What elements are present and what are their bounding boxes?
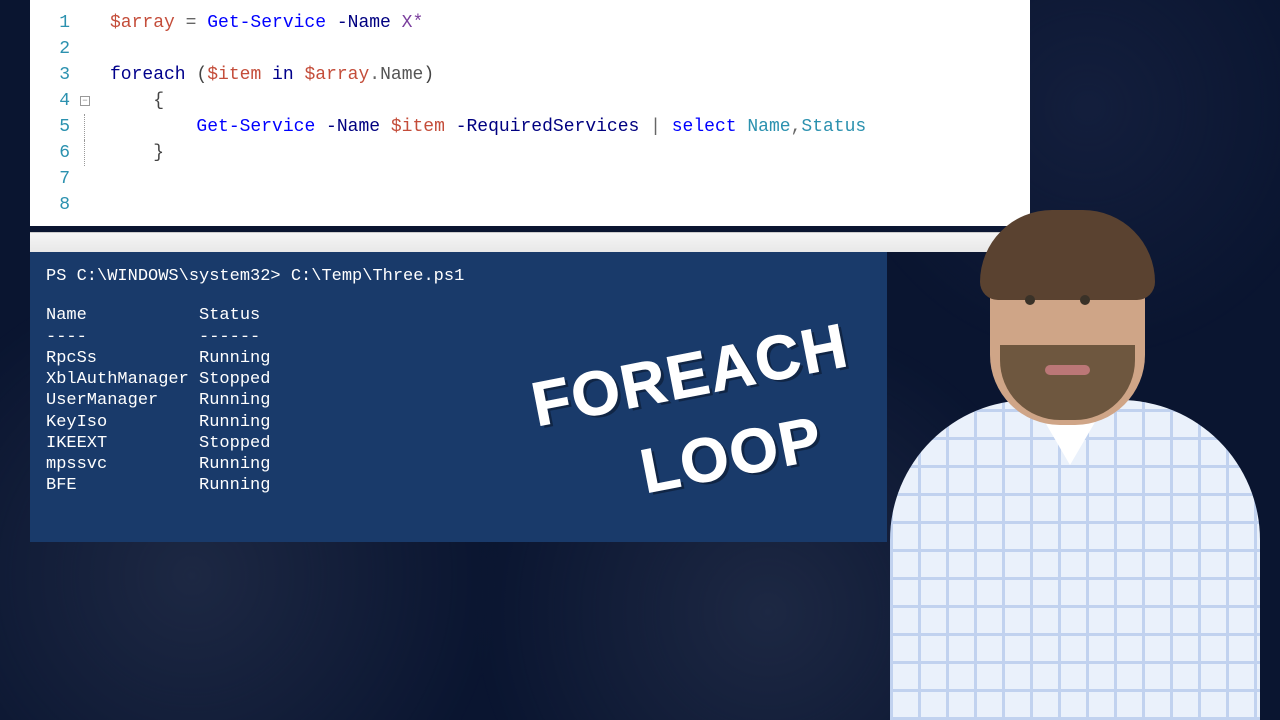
fold-gutter <box>80 140 110 166</box>
code-line[interactable]: 4 − { <box>30 88 1030 114</box>
fold-collapse-icon[interactable]: − <box>80 96 90 106</box>
line-number: 3 <box>30 65 80 85</box>
line-number: 8 <box>30 195 80 215</box>
line-number: 5 <box>30 117 80 137</box>
presenter-mouth <box>1045 365 1090 375</box>
code-line[interactable]: 7 <box>30 166 1030 192</box>
fold-gutter[interactable]: − <box>80 96 110 106</box>
code-content: { <box>110 91 164 111</box>
code-content: $array = Get-Service -Name X* <box>110 13 423 33</box>
code-line[interactable]: 5 Get-Service -Name $item -RequiredServi… <box>30 114 1030 140</box>
terminal-prompt: PS C:\WINDOWS\system32> C:\Temp\Three.ps… <box>46 266 871 287</box>
code-line[interactable]: 3 foreach ($item in $array.Name) <box>30 62 1030 88</box>
table-header: Name Status <box>46 305 871 326</box>
line-number: 2 <box>30 39 80 59</box>
script-path: C:\Temp\Three.ps1 <box>291 267 464 286</box>
line-number: 7 <box>30 169 80 189</box>
line-number: 6 <box>30 143 80 163</box>
code-line[interactable]: 1 $array = Get-Service -Name X* <box>30 10 1030 36</box>
code-line[interactable]: 2 <box>30 36 1030 62</box>
presenter-eye <box>1025 295 1035 305</box>
fold-gutter <box>80 114 110 140</box>
presenter-photo <box>870 190 1280 720</box>
line-number: 1 <box>30 13 80 33</box>
presenter-eye <box>1080 295 1090 305</box>
code-content: Get-Service -Name $item -RequiredService… <box>110 117 866 137</box>
line-number: 4 <box>30 91 80 111</box>
code-line[interactable]: 6 } <box>30 140 1030 166</box>
presenter-hair <box>980 210 1155 300</box>
code-content: } <box>110 143 164 163</box>
code-content: foreach ($item in $array.Name) <box>110 65 434 85</box>
